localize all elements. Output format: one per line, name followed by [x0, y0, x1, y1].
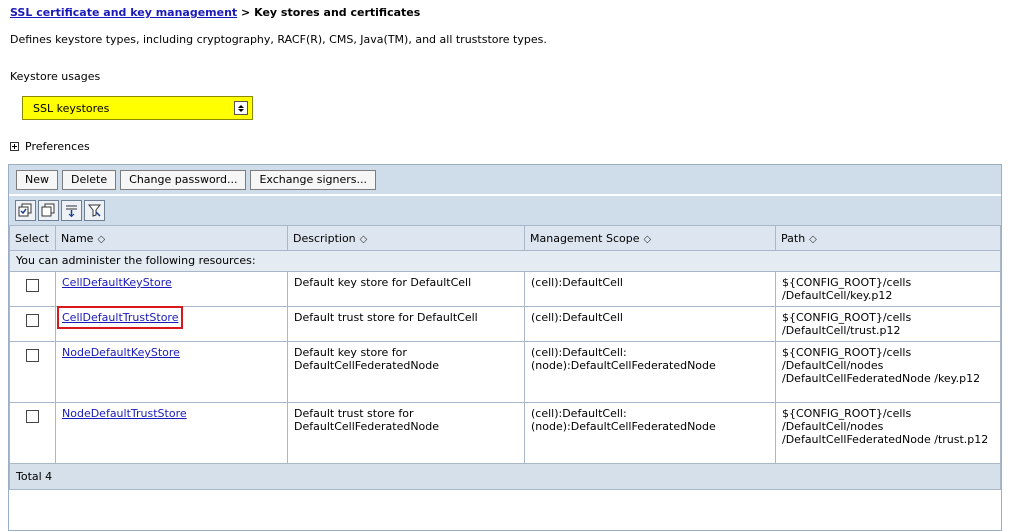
keystore-table: Select Name ◇ Description ◇ Management Sco…: [9, 225, 1001, 490]
path-column-header[interactable]: Path ◇: [775, 225, 1001, 251]
group-label: You can administer the following resourc…: [9, 250, 1001, 272]
description-column-header[interactable]: Description ◇: [287, 225, 525, 251]
keystore-link[interactable]: CellDefaultKeyStore: [62, 276, 172, 289]
preferences-label: Preferences: [25, 140, 90, 153]
breadcrumb: SSL certificate and key management > Key…: [10, 6, 420, 19]
keystore-link[interactable]: CellDefaultTrustStore: [56, 306, 184, 329]
row-scope: (cell):DefaultCell: (node):DefaultCellFe…: [524, 341, 776, 403]
button-toolbar: New Delete Change password... Exchange s…: [9, 165, 1001, 195]
row-checkbox[interactable]: [26, 410, 39, 423]
select-column-header: Select: [9, 225, 56, 251]
change-password-button[interactable]: Change password...: [120, 169, 247, 190]
select-all-icon[interactable]: [15, 200, 36, 221]
table-row: CellDefaultTrustStore Default trust stor…: [9, 306, 1001, 342]
table-row: NodeDefaultKeyStore Default key store fo…: [9, 341, 1001, 403]
row-path: ${CONFIG_ROOT}/cells /DefaultCell/key.p1…: [775, 271, 1001, 307]
table-header-row: Select Name ◇ Description ◇ Management Sco…: [9, 225, 1001, 251]
row-checkbox[interactable]: [26, 279, 39, 292]
total-count: Total 4: [9, 463, 1001, 490]
total-row: Total 4: [9, 463, 1001, 490]
delete-button[interactable]: Delete: [62, 169, 117, 190]
new-button[interactable]: New: [16, 169, 58, 190]
select-arrows-icon: [234, 101, 248, 115]
show-filter-icon[interactable]: [61, 200, 82, 221]
keystore-link[interactable]: NodeDefaultKeyStore: [62, 346, 180, 359]
row-description: Default trust store for DefaultCellFeder…: [287, 402, 525, 464]
row-description: Default key store for DefaultCellFederat…: [287, 341, 525, 403]
page-title: Key stores and certificates: [254, 6, 421, 19]
deselect-all-icon[interactable]: [38, 200, 59, 221]
keystore-usages-selected-value: SSL keystores: [33, 101, 110, 115]
keystore-link[interactable]: NodeDefaultTrustStore: [62, 407, 187, 420]
scope-column-header[interactable]: Management Scope ◇: [524, 225, 776, 251]
row-description: Default trust store for DefaultCell: [287, 306, 525, 342]
row-scope: (cell):DefaultCell: (node):DefaultCellFe…: [524, 402, 776, 464]
preferences-toggle[interactable]: Preferences: [10, 140, 90, 153]
row-path: ${CONFIG_ROOT}/cells /DefaultCell/nodes …: [775, 341, 1001, 403]
table-row: CellDefaultKeyStore Default key store fo…: [9, 271, 1001, 307]
keystore-usages-select[interactable]: SSL keystores: [22, 96, 253, 120]
icon-toolbar: [9, 195, 1001, 225]
group-header-row: You can administer the following resourc…: [9, 250, 1001, 272]
exchange-signers-button[interactable]: Exchange signers...: [250, 169, 376, 190]
table-row: NodeDefaultTrustStore Default trust stor…: [9, 402, 1001, 464]
breadcrumb-separator: >: [241, 6, 251, 19]
row-scope: (cell):DefaultCell: [524, 271, 776, 307]
plus-box-icon: [10, 142, 19, 151]
row-path: ${CONFIG_ROOT}/cells /DefaultCell/nodes …: [775, 402, 1001, 464]
row-path: ${CONFIG_ROOT}/cells /DefaultCell/trust.…: [775, 306, 1001, 342]
sort-icon[interactable]: ◇: [643, 234, 651, 245]
row-description: Default key store for DefaultCell: [287, 271, 525, 307]
page-description: Defines keystore types, including crypto…: [10, 33, 547, 46]
name-column-header[interactable]: Name ◇: [55, 225, 288, 251]
sort-icon[interactable]: ◇: [809, 234, 817, 245]
sort-icon[interactable]: ◇: [360, 234, 368, 245]
breadcrumb-link-ssl-management[interactable]: SSL certificate and key management: [10, 6, 237, 19]
clear-filter-icon[interactable]: [84, 200, 105, 221]
sort-icon[interactable]: ◇: [97, 234, 105, 245]
keystore-usages-label: Keystore usages: [10, 70, 101, 83]
row-scope: (cell):DefaultCell: [524, 306, 776, 342]
keystore-collection-panel: New Delete Change password... Exchange s…: [8, 164, 1002, 531]
row-checkbox[interactable]: [26, 314, 39, 327]
row-checkbox[interactable]: [26, 349, 39, 362]
